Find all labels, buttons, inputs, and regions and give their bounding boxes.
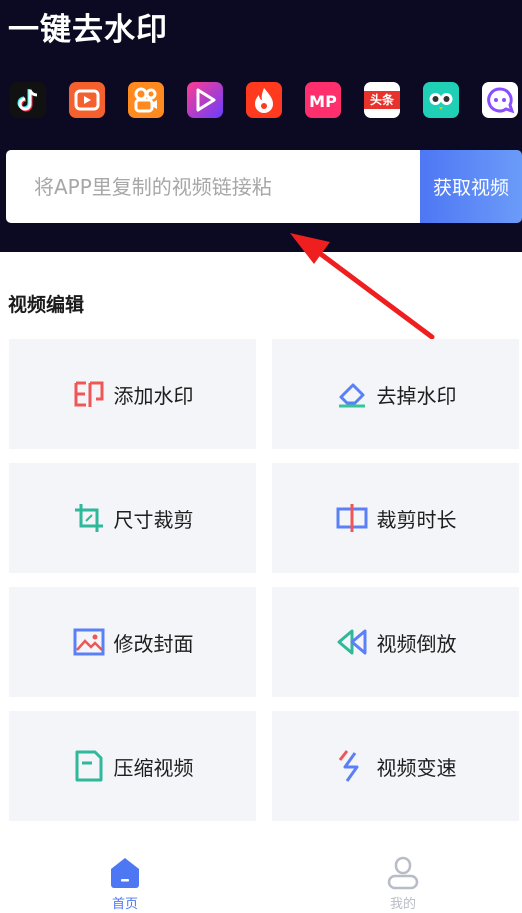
rewind-icon	[337, 629, 366, 655]
image-icon	[73, 628, 104, 656]
douyin-icon[interactable]	[10, 82, 46, 118]
app-title: 一键去水印	[8, 12, 168, 48]
platform-icon-row: MP 头条	[10, 82, 522, 120]
toutiao-label: 头条	[369, 93, 394, 107]
svg-text:MP: MP	[309, 92, 337, 111]
tool-label: 尺寸裁剪	[113, 507, 194, 532]
tool-label: 压缩视频	[113, 755, 194, 780]
tool-card-remove-watermark[interactable]: 去掉水印	[272, 339, 519, 449]
tool-card-video-speed[interactable]: 视频变速	[272, 711, 519, 821]
meipai-icon[interactable]: MP	[305, 82, 341, 118]
tab-mine[interactable]: 我的	[373, 843, 433, 913]
tool-card-add-watermark[interactable]: 添加水印	[9, 339, 256, 449]
fetch-video-button[interactable]: 获取视频	[420, 150, 522, 223]
tool-card-reverse-video[interactable]: 视频倒放	[272, 587, 519, 697]
bottom-tab-bar: 首页 我的	[0, 843, 522, 913]
home-icon	[111, 858, 139, 888]
user-icon	[387, 856, 419, 890]
tab-home-label: 首页	[111, 897, 138, 912]
trim-duration-icon	[336, 504, 367, 532]
chat-icon[interactable]	[482, 82, 518, 118]
tool-label: 添加水印	[113, 383, 194, 408]
header: 一键去水印 MP 头条 将APP里复制的视频链接粘 获取视频	[0, 0, 522, 252]
add-watermark-icon	[74, 381, 103, 407]
crop-icon	[74, 504, 103, 532]
tab-mine-label: 我的	[389, 897, 416, 912]
tool-label: 裁剪时长	[376, 507, 457, 532]
tool-label: 修改封面	[113, 631, 194, 656]
tab-home[interactable]: 首页	[95, 843, 155, 913]
owl-icon[interactable]	[423, 82, 459, 118]
toutiao-icon[interactable]: 头条	[364, 82, 400, 118]
tool-label: 视频变速	[376, 755, 457, 780]
kuaishou-icon[interactable]	[128, 82, 164, 118]
section-title: 视频编辑	[8, 294, 85, 316]
tool-card-crop-size[interactable]: 尺寸裁剪	[9, 463, 256, 573]
tool-card-change-cover[interactable]: 修改封面	[9, 587, 256, 697]
huoshan-icon[interactable]	[246, 82, 282, 118]
tool-label: 去掉水印	[376, 383, 457, 408]
tool-card-trim-duration[interactable]: 裁剪时长	[272, 463, 519, 573]
video-link-input[interactable]	[6, 150, 420, 223]
lightning-icon	[338, 750, 358, 782]
tool-label: 视频倒放	[376, 631, 457, 656]
weishi-icon[interactable]	[187, 82, 223, 118]
tool-card-compress-video[interactable]: 压缩视频	[9, 711, 256, 821]
compress-file-icon	[75, 750, 102, 782]
eraser-icon	[338, 383, 365, 408]
xigua-icon[interactable]	[69, 82, 105, 118]
